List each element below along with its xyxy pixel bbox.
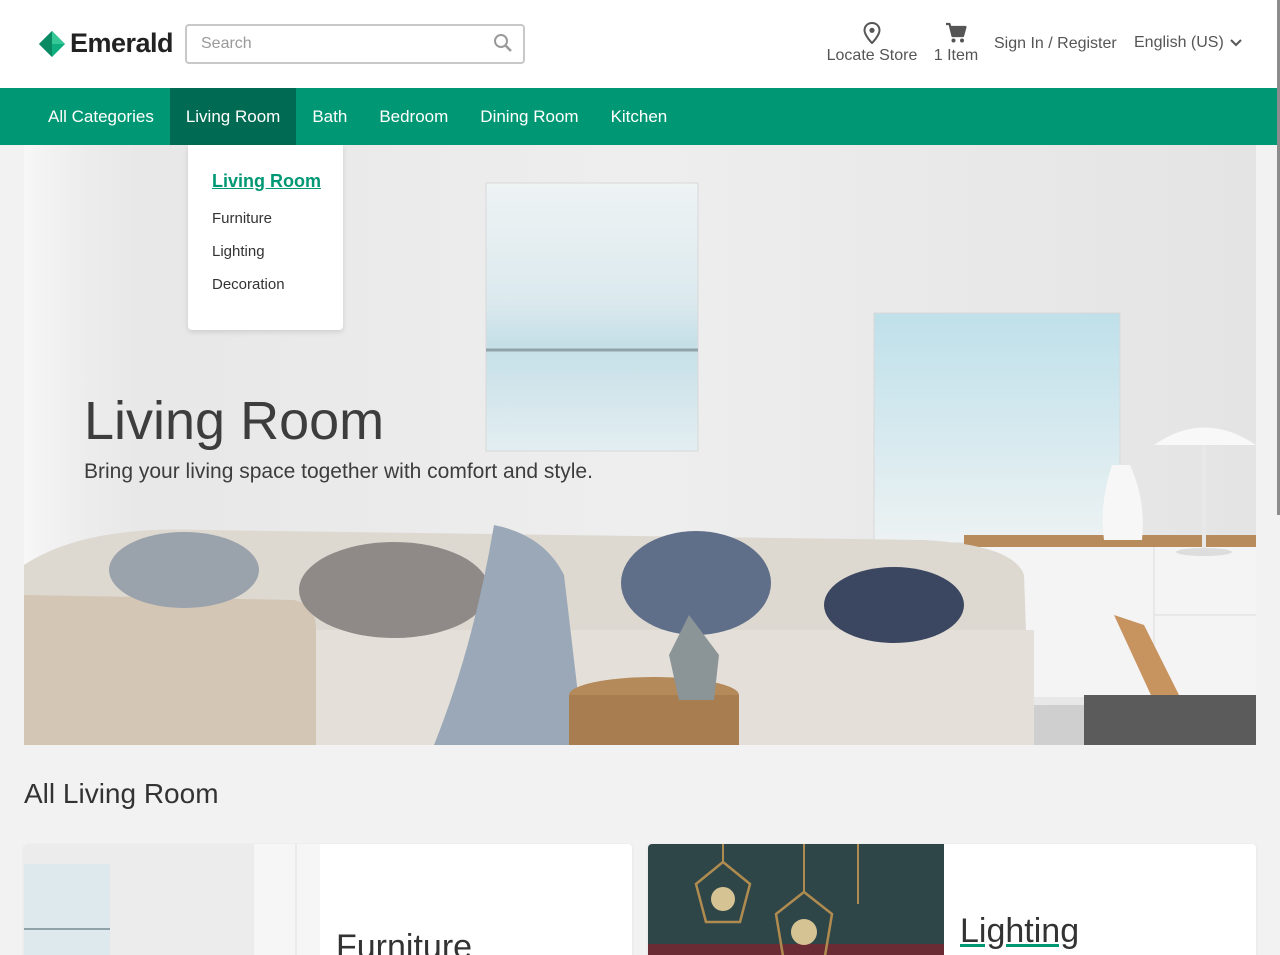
- nav-item-bath[interactable]: Bath: [296, 88, 363, 145]
- dropdown-heading-living-room[interactable]: Living Room: [212, 171, 343, 192]
- nav-item-living-room[interactable]: Living Room: [169, 88, 297, 145]
- living-room-dropdown: Living Room Furniture Lighting Decoratio…: [188, 145, 343, 330]
- dropdown-item-furniture[interactable]: Furniture: [212, 210, 343, 227]
- logo-text: Emerald: [70, 28, 174, 58]
- pendant-lamps-image: [648, 844, 944, 955]
- site-header: Emerald Locate Store 1: [0, 0, 1280, 88]
- nav-item-dining-room[interactable]: Dining Room: [464, 88, 594, 145]
- cart-button[interactable]: 1 Item: [930, 22, 982, 65]
- search-box: [185, 24, 525, 64]
- sofa-image: [24, 844, 320, 955]
- section-title: All Living Room: [24, 778, 219, 809]
- category-card-lighting[interactable]: Lighting: [648, 844, 1256, 955]
- locate-store-button[interactable]: Locate Store: [822, 22, 922, 65]
- emerald-gem-icon: [38, 30, 66, 58]
- hero-subtitle: Bring your living space together with co…: [84, 460, 593, 483]
- chevron-down-icon: [1230, 39, 1242, 47]
- map-pin-icon: [822, 22, 922, 44]
- logo[interactable]: Emerald: [38, 28, 174, 59]
- shopping-cart-icon: [930, 22, 982, 44]
- sign-in-register-link[interactable]: Sign In / Register: [994, 35, 1117, 53]
- card-title-lighting: Lighting: [960, 912, 1080, 950]
- nav-item-all-categories[interactable]: All Categories: [32, 88, 170, 145]
- dropdown-item-lighting[interactable]: Lighting: [212, 243, 343, 260]
- cart-count-label: 1 Item: [933, 47, 979, 64]
- nav-item-bedroom[interactable]: Bedroom: [363, 88, 464, 145]
- dropdown-item-decoration[interactable]: Decoration: [212, 276, 343, 293]
- locate-store-label: Locate Store: [826, 47, 918, 64]
- language-label: English (US): [1134, 34, 1224, 51]
- search-icon[interactable]: [493, 33, 515, 55]
- category-card-furniture[interactable]: Furniture: [24, 844, 632, 955]
- language-selector[interactable]: English (US): [1134, 34, 1242, 52]
- category-nav: All Categories Living Room Bath Bedroom …: [0, 88, 1280, 145]
- card-title-furniture: Furniture: [336, 928, 473, 955]
- hero-title: Living Room: [84, 391, 385, 451]
- nav-item-kitchen[interactable]: Kitchen: [595, 88, 684, 145]
- search-input[interactable]: [187, 26, 487, 62]
